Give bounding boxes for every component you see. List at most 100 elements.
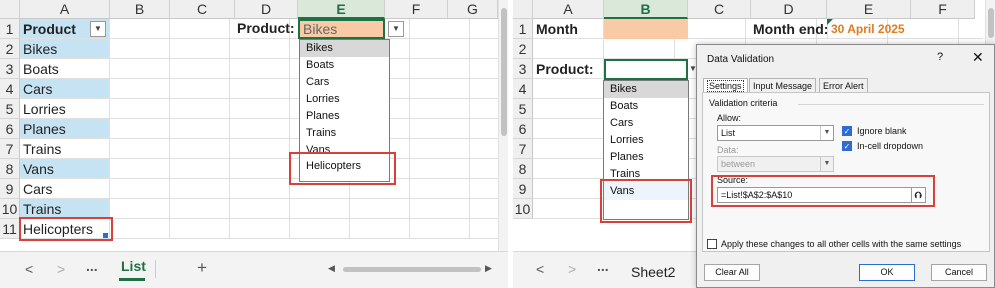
tab-error-alert[interactable]: Error Alert bbox=[819, 78, 868, 93]
dropdown-option[interactable]: Trains bbox=[300, 125, 389, 142]
product-label[interactable]: Product: bbox=[533, 59, 604, 79]
row-header[interactable]: 1 bbox=[513, 19, 533, 39]
data-select[interactable]: between ▼ bbox=[717, 156, 834, 172]
table-cell[interactable]: Cars bbox=[20, 79, 110, 99]
row-header[interactable]: 8 bbox=[513, 159, 533, 179]
allow-select[interactable]: List ▼ bbox=[717, 125, 834, 141]
filter-dropdown-button[interactable]: ▼ bbox=[90, 21, 106, 37]
dropdown-option[interactable]: Bikes bbox=[300, 40, 389, 57]
column-header-c[interactable]: C bbox=[170, 0, 235, 19]
column-header-a[interactable]: A bbox=[533, 0, 604, 19]
vertical-scrollbar[interactable] bbox=[498, 0, 508, 251]
dropdown-option[interactable]: Boats bbox=[604, 98, 688, 115]
month-label[interactable]: Month bbox=[533, 19, 604, 39]
row-header[interactable]: 8 bbox=[0, 159, 20, 179]
column-header-f[interactable]: F bbox=[385, 0, 448, 19]
column-header-c[interactable]: C bbox=[688, 0, 751, 19]
dropdown-option[interactable]: Cars bbox=[604, 115, 688, 132]
cancel-button[interactable]: Cancel bbox=[931, 264, 987, 281]
column-header-b[interactable]: B bbox=[604, 0, 688, 19]
prev-sheet-icon[interactable]: < bbox=[536, 261, 544, 277]
row-header[interactable]: 2 bbox=[0, 39, 20, 59]
scrollbar-thumb[interactable] bbox=[988, 8, 994, 38]
dropdown-option[interactable]: Vans bbox=[300, 142, 389, 154]
row-header[interactable]: 3 bbox=[0, 59, 20, 79]
dropdown-option[interactable]: Boats bbox=[300, 57, 389, 74]
row-header[interactable]: 10 bbox=[513, 199, 533, 219]
row-header[interactable]: 5 bbox=[0, 99, 20, 119]
column-header-g[interactable]: G bbox=[448, 0, 498, 19]
table-cell[interactable]: Trains bbox=[20, 199, 110, 219]
sheet-tab-sheet2[interactable]: Sheet2 bbox=[631, 264, 675, 280]
next-sheet-icon[interactable]: > bbox=[568, 261, 576, 277]
select-all-corner[interactable] bbox=[0, 0, 20, 19]
table-cell[interactable]: Helicopters bbox=[20, 219, 110, 239]
row-header[interactable]: 4 bbox=[0, 79, 20, 99]
select-all-corner[interactable] bbox=[513, 0, 533, 19]
product-select-cell[interactable]: Bikes bbox=[298, 19, 385, 39]
row-header[interactable]: 6 bbox=[0, 119, 20, 139]
sheet-tab-list[interactable]: List bbox=[121, 258, 146, 274]
column-header-e[interactable]: E bbox=[298, 0, 385, 19]
column-header-e[interactable]: E bbox=[827, 0, 911, 19]
table-resize-handle[interactable] bbox=[103, 233, 108, 238]
ok-button[interactable]: OK bbox=[859, 264, 915, 281]
dropdown-option[interactable]: Trains bbox=[604, 166, 688, 183]
column-header-d[interactable]: D bbox=[235, 0, 298, 19]
scroll-left-icon[interactable]: ◀ bbox=[328, 263, 335, 274]
row-header[interactable]: 6 bbox=[513, 119, 533, 139]
tab-input-message[interactable]: Input Message bbox=[749, 78, 817, 93]
row-header[interactable]: 1 bbox=[0, 19, 20, 39]
more-sheets-icon[interactable]: ... bbox=[86, 258, 98, 274]
dropdown-option[interactable]: Planes bbox=[300, 108, 389, 125]
in-cell-dropdown-checkbox[interactable]: ✓ bbox=[842, 141, 852, 151]
table-cell[interactable]: Planes bbox=[20, 119, 110, 139]
row-header[interactable]: 5 bbox=[513, 99, 533, 119]
row-header[interactable]: 2 bbox=[513, 39, 533, 59]
column-header-a[interactable]: A bbox=[20, 0, 110, 19]
table-cell[interactable]: Cars bbox=[20, 179, 110, 199]
table-cell[interactable]: Lorries bbox=[20, 99, 110, 119]
next-sheet-icon[interactable]: > bbox=[57, 261, 65, 277]
help-icon[interactable]: ? bbox=[937, 51, 943, 63]
table-cell[interactable]: Vans bbox=[20, 159, 110, 179]
apply-all-checkbox[interactable] bbox=[707, 239, 717, 249]
table-cell[interactable]: Trains bbox=[20, 139, 110, 159]
row-header[interactable]: 7 bbox=[513, 139, 533, 159]
clear-all-button[interactable]: Clear All bbox=[704, 264, 760, 281]
scrollbar-thumb[interactable] bbox=[501, 8, 507, 136]
close-icon[interactable]: ✕ bbox=[972, 49, 984, 66]
month-input-cell[interactable] bbox=[604, 19, 688, 39]
scroll-right-icon[interactable]: ▶ bbox=[485, 263, 492, 274]
row-header[interactable]: 11 bbox=[0, 219, 20, 239]
tab-settings[interactable]: Settings bbox=[703, 78, 748, 93]
horizontal-scroll-thumb[interactable] bbox=[343, 267, 481, 272]
row-header[interactable]: 7 bbox=[0, 139, 20, 159]
row-header[interactable]: 9 bbox=[0, 179, 20, 199]
month-end-label[interactable]: Month end: bbox=[751, 19, 827, 39]
ignore-blank-checkbox[interactable]: ✓ bbox=[842, 126, 852, 136]
row-header[interactable]: 10 bbox=[0, 199, 20, 219]
dropdown-option[interactable]: Planes bbox=[604, 149, 688, 166]
dropdown-option[interactable]: Lorries bbox=[300, 91, 389, 108]
collapse-dialog-icon[interactable]: ⮉ bbox=[911, 188, 925, 202]
add-sheet-icon[interactable]: + bbox=[197, 258, 207, 278]
month-end-value[interactable]: 30 April 2025 bbox=[827, 19, 911, 39]
prev-sheet-icon[interactable]: < bbox=[25, 261, 33, 277]
table-cell[interactable]: Bikes bbox=[20, 39, 110, 59]
source-input[interactable]: =List!$A$2:$A$10 ⮉ bbox=[717, 187, 926, 203]
row-header[interactable]: 9 bbox=[513, 179, 533, 199]
dropdown-option[interactable]: Bikes bbox=[604, 81, 688, 98]
more-sheets-icon[interactable]: ... bbox=[597, 258, 609, 274]
table-cell[interactable]: Boats bbox=[20, 59, 110, 79]
row-header[interactable]: 4 bbox=[513, 79, 533, 99]
dropdown-option[interactable]: Vans bbox=[604, 183, 688, 200]
column-header-d[interactable]: D bbox=[751, 0, 827, 19]
column-header-f[interactable]: F bbox=[911, 0, 975, 19]
dropdown-option[interactable]: Helicopters bbox=[300, 158, 389, 175]
dropdown-option[interactable]: Lorries bbox=[604, 132, 688, 149]
product-select-cell[interactable] bbox=[604, 59, 688, 80]
dropdown-option[interactable]: Cars bbox=[300, 74, 389, 91]
row-header[interactable]: 3 bbox=[513, 59, 533, 79]
product-dropdown-button[interactable]: ▼ bbox=[388, 21, 404, 37]
